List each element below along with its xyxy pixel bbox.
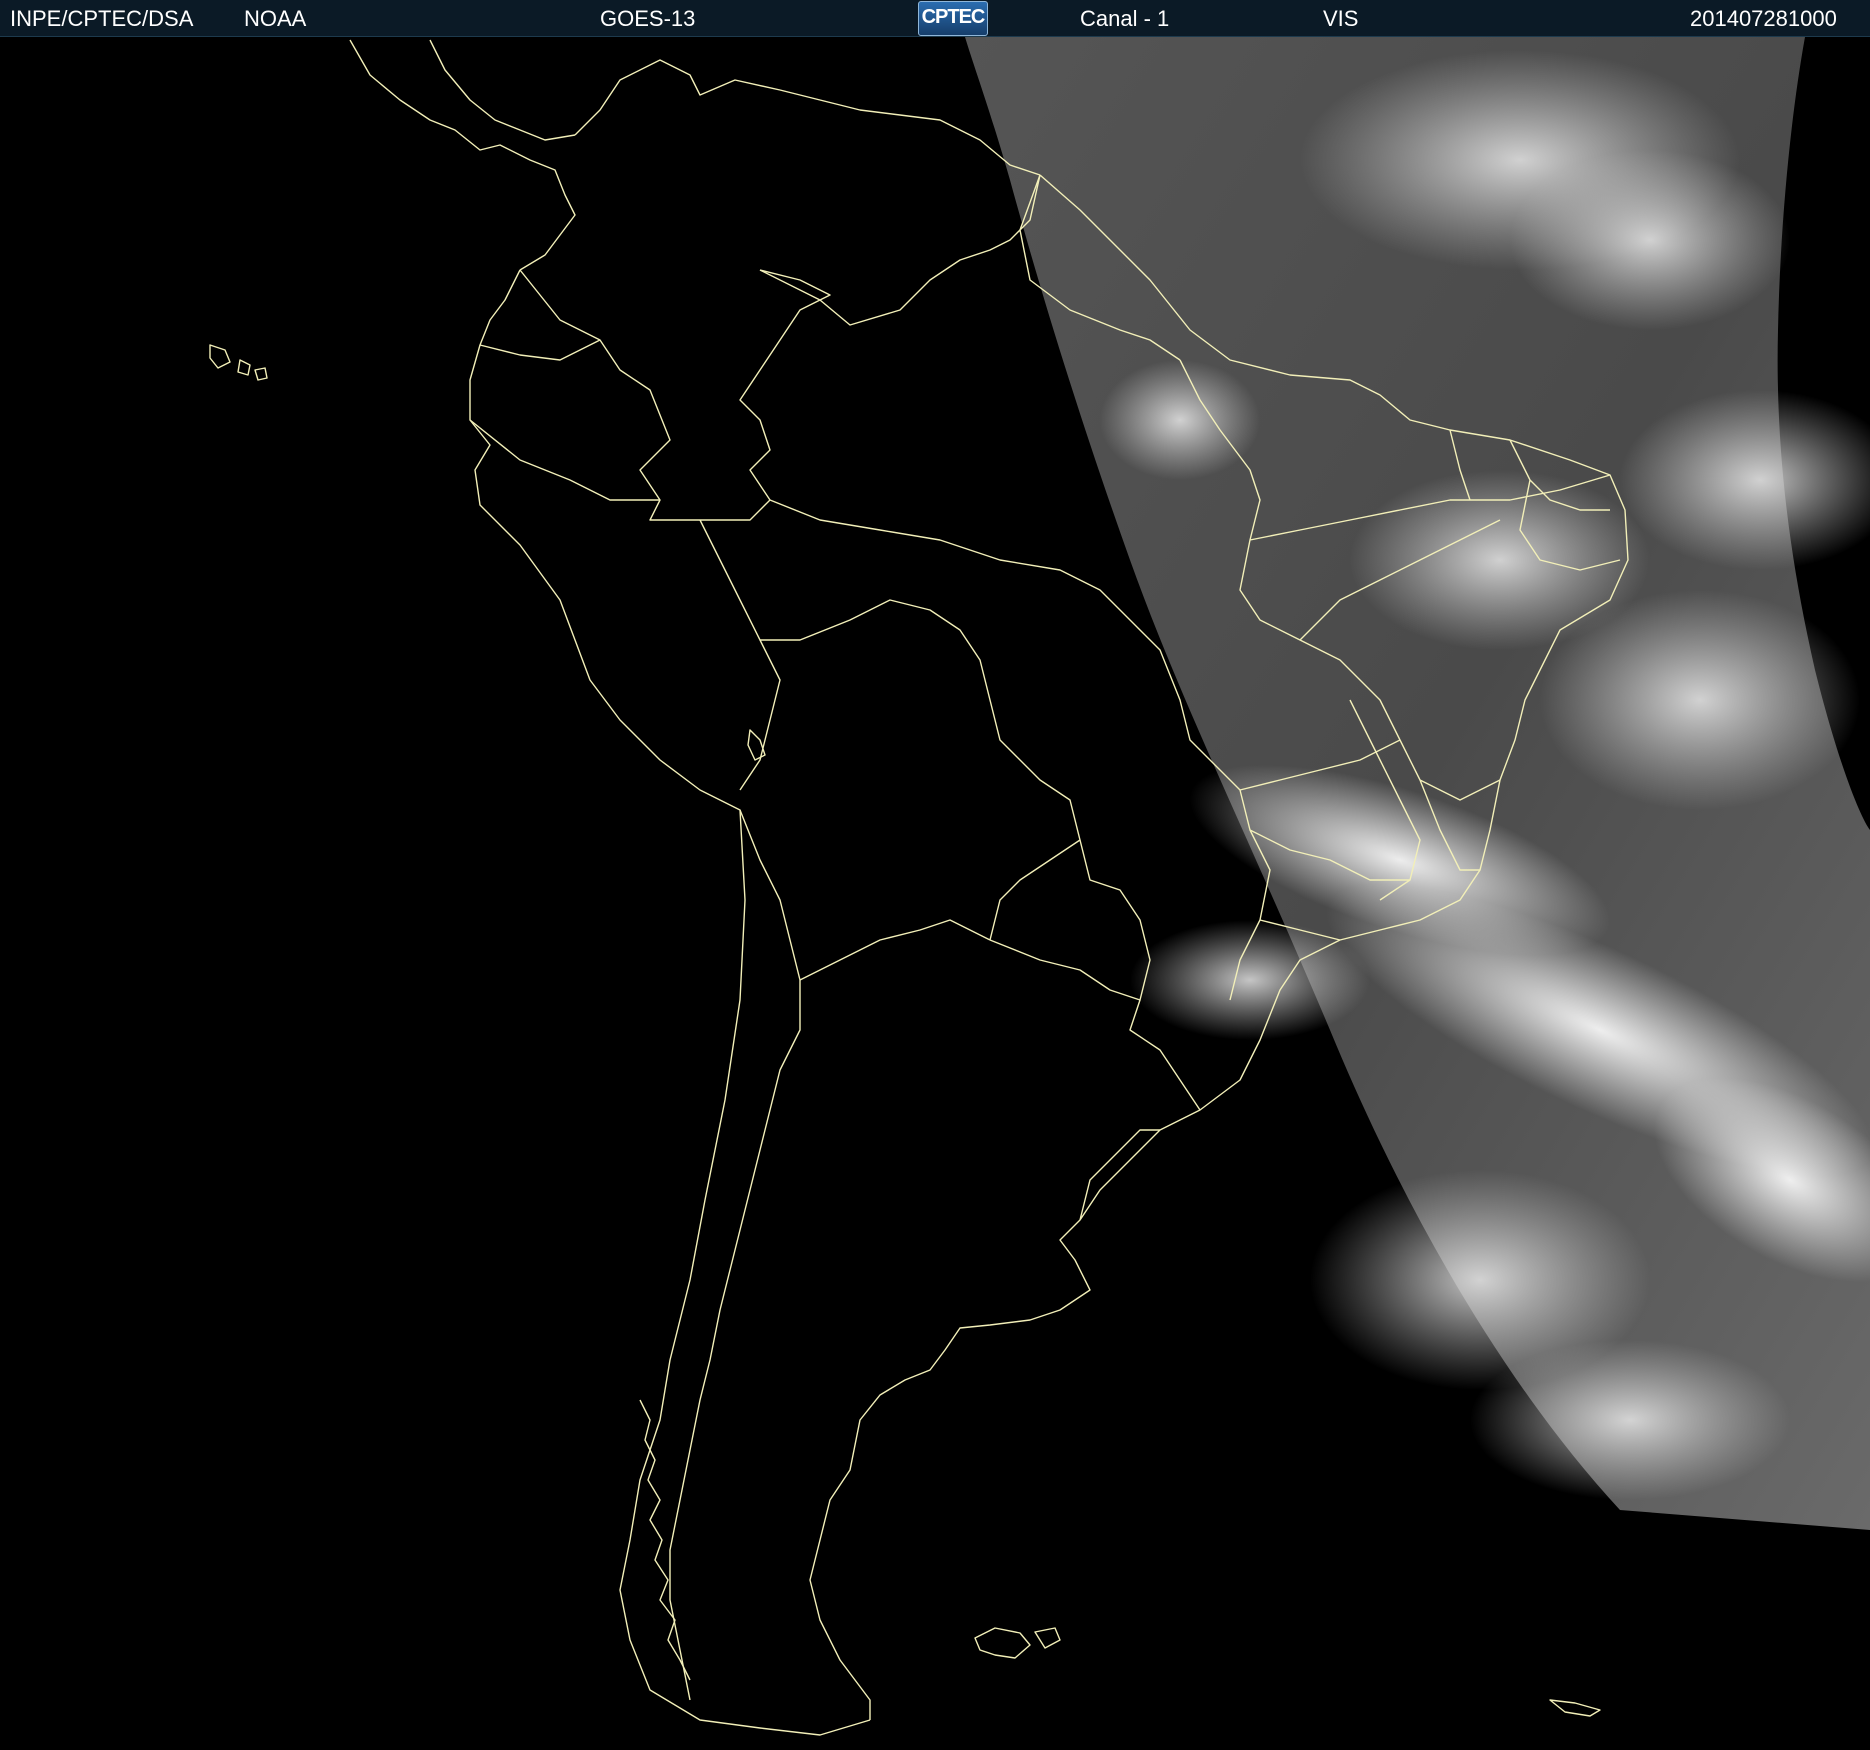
satellite-label: GOES-13 (600, 6, 696, 31)
satellite-map (0, 37, 1870, 1750)
cptec-logo-icon: CPTEC (918, 1, 988, 36)
band-label: VIS (1323, 6, 1359, 31)
timestamp-label: 201407281000 (1690, 6, 1837, 31)
logo-text: CPTEC (921, 6, 986, 28)
channel-label: Canal - 1 (1080, 6, 1170, 31)
agency-label: INPE/CPTEC/DSA (10, 6, 194, 31)
source-label: NOAA (244, 6, 307, 31)
header-bar: INPE/CPTEC/DSA NOAA GOES-13 CPTEC Canal … (0, 0, 1870, 37)
